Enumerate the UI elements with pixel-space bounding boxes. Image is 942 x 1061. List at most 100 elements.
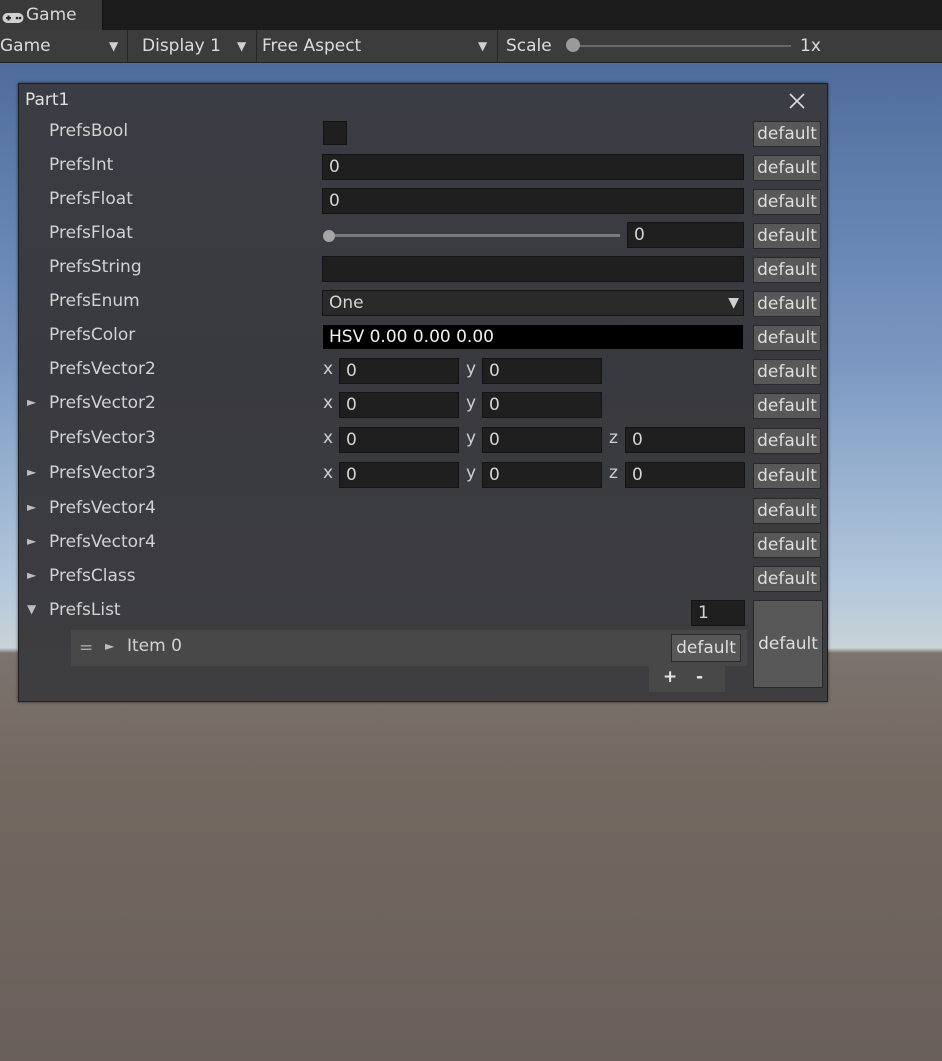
field-label[interactable]: PrefsVector4 bbox=[49, 498, 156, 518]
row-prefs-bool: PrefsBool default bbox=[19, 118, 827, 148]
default-button[interactable]: default bbox=[753, 223, 821, 249]
field-label: PrefsColor bbox=[49, 325, 136, 345]
tab-game[interactable]: Game bbox=[0, 0, 103, 30]
mode-dropdown[interactable]: Game ▼ bbox=[0, 30, 126, 62]
default-button[interactable]: default bbox=[753, 257, 821, 283]
float-input[interactable]: 0 bbox=[322, 188, 744, 214]
chevron-down-icon: ▼ bbox=[478, 39, 488, 53]
window-title: Part1 bbox=[25, 90, 70, 110]
default-button[interactable]: default bbox=[753, 189, 821, 215]
field-label[interactable]: PrefsVector2 bbox=[49, 393, 156, 413]
prefs-window: Part1 PrefsBool default PrefsInt 0 defau… bbox=[18, 83, 828, 702]
display-label: Display 1 bbox=[142, 36, 221, 56]
list-footer: + - bbox=[649, 666, 725, 692]
field-label: PrefsInt bbox=[49, 155, 114, 175]
vector-z-input[interactable]: 0 bbox=[625, 427, 745, 453]
drag-handle-icon[interactable]: = bbox=[79, 638, 93, 658]
row-prefs-float: PrefsFloat 0 default bbox=[19, 186, 827, 216]
aspect-dropdown[interactable]: Free Aspect ▼ bbox=[262, 30, 496, 62]
field-label: PrefsFloat bbox=[49, 223, 133, 243]
field-label[interactable]: PrefsList bbox=[49, 600, 121, 620]
scale-slider-thumb[interactable] bbox=[566, 38, 580, 52]
default-button[interactable]: default bbox=[753, 463, 821, 489]
close-button[interactable] bbox=[787, 91, 807, 111]
chevron-down-icon: ▼ bbox=[109, 39, 119, 53]
row-prefs-int: PrefsInt 0 default bbox=[19, 152, 827, 182]
fold-arrow-open-icon[interactable]: ▼ bbox=[27, 602, 36, 616]
vector-x-input[interactable]: 0 bbox=[339, 462, 459, 488]
default-button[interactable]: default bbox=[753, 428, 821, 454]
fold-arrow-icon[interactable]: ► bbox=[27, 395, 36, 409]
toolbar-divider bbox=[127, 30, 128, 62]
default-button[interactable]: default bbox=[753, 291, 821, 317]
scale-label: Scale bbox=[506, 36, 552, 56]
enum-dropdown[interactable]: One ▼ bbox=[322, 290, 744, 316]
fold-arrow-icon[interactable]: ► bbox=[27, 500, 36, 514]
float-slider-thumb[interactable] bbox=[323, 230, 335, 242]
default-button[interactable]: default bbox=[753, 155, 821, 181]
axis-label-x: x bbox=[323, 359, 334, 379]
color-field[interactable]: HSV 0.00 0.00 0.00 bbox=[322, 324, 744, 350]
vector-x-input[interactable]: 0 bbox=[339, 392, 459, 418]
field-label: PrefsVector3 bbox=[49, 428, 156, 448]
default-button[interactable]: default bbox=[753, 325, 821, 351]
row-prefs-float-slider: PrefsFloat 0 default bbox=[19, 220, 827, 250]
default-button[interactable]: default bbox=[753, 121, 821, 147]
row-prefs-vector4: ► PrefsVector4 default bbox=[19, 529, 827, 559]
axis-label-x: x bbox=[323, 393, 334, 413]
close-icon bbox=[789, 93, 805, 109]
axis-label-x: x bbox=[323, 463, 334, 483]
row-prefs-vector3-foldout: ► PrefsVector3 x 0 y 0 z 0 default bbox=[19, 460, 827, 490]
axis-label-z: z bbox=[609, 428, 618, 448]
mode-label: Game bbox=[0, 36, 51, 56]
field-label: PrefsString bbox=[49, 257, 142, 277]
field-label: PrefsBool bbox=[49, 121, 129, 141]
row-prefs-vector2: PrefsVector2 x 0 y 0 default bbox=[19, 356, 827, 386]
int-input[interactable]: 0 bbox=[322, 154, 744, 180]
list-default-button[interactable]: default bbox=[753, 600, 823, 688]
float-slider[interactable] bbox=[326, 234, 620, 237]
item-default-button[interactable]: default bbox=[671, 634, 741, 662]
add-item-button[interactable]: + bbox=[663, 667, 677, 687]
float-slider-input[interactable]: 0 bbox=[627, 222, 744, 248]
vector-z-input[interactable]: 0 bbox=[625, 462, 745, 488]
vector-y-input[interactable]: 0 bbox=[482, 358, 602, 384]
remove-item-button[interactable]: - bbox=[696, 667, 703, 687]
axis-label-x: x bbox=[323, 428, 334, 448]
aspect-label: Free Aspect bbox=[262, 36, 362, 56]
list-item: = ► Item 0 default bbox=[71, 630, 747, 666]
list-size-input[interactable]: 1 bbox=[691, 600, 745, 626]
field-label[interactable]: PrefsVector3 bbox=[49, 463, 156, 483]
default-button[interactable]: default bbox=[753, 532, 821, 558]
toolbar-divider bbox=[256, 30, 257, 62]
vector-x-input[interactable]: 0 bbox=[339, 358, 459, 384]
chevron-down-icon: ▼ bbox=[728, 295, 739, 311]
display-dropdown[interactable]: Display 1 ▼ bbox=[142, 30, 256, 62]
fold-arrow-icon[interactable]: ► bbox=[27, 465, 36, 479]
field-label[interactable]: PrefsClass bbox=[49, 566, 136, 586]
row-prefs-vector3: PrefsVector3 x 0 y 0 z 0 default bbox=[19, 425, 827, 455]
fold-arrow-icon[interactable]: ► bbox=[27, 534, 36, 548]
toolbar-divider bbox=[497, 30, 498, 62]
vector-y-input[interactable]: 0 bbox=[482, 392, 602, 418]
default-button[interactable]: default bbox=[753, 359, 821, 385]
tab-bar: Game bbox=[0, 0, 942, 30]
list-item-label[interactable]: Item 0 bbox=[127, 636, 182, 656]
default-button[interactable]: default bbox=[753, 566, 821, 592]
row-prefs-vector2-foldout: ► PrefsVector2 x 0 y 0 default bbox=[19, 390, 827, 420]
string-input[interactable] bbox=[322, 256, 744, 282]
field-label: PrefsFloat bbox=[49, 189, 133, 209]
vector-x-input[interactable]: 0 bbox=[339, 427, 459, 453]
field-label[interactable]: PrefsVector4 bbox=[49, 532, 156, 552]
bool-checkbox[interactable] bbox=[323, 121, 347, 145]
default-button[interactable]: default bbox=[753, 498, 821, 524]
fold-arrow-icon[interactable]: ► bbox=[27, 568, 36, 582]
vector-y-input[interactable]: 0 bbox=[482, 427, 602, 453]
scale-slider[interactable] bbox=[573, 45, 791, 47]
fold-arrow-icon[interactable]: ► bbox=[105, 639, 114, 653]
default-button[interactable]: default bbox=[753, 393, 821, 419]
row-prefs-vector4: ► PrefsVector4 default bbox=[19, 495, 827, 525]
vector-y-input[interactable]: 0 bbox=[482, 462, 602, 488]
row-prefs-enum: PrefsEnum One ▼ default bbox=[19, 288, 827, 318]
axis-label-y: y bbox=[466, 359, 477, 379]
